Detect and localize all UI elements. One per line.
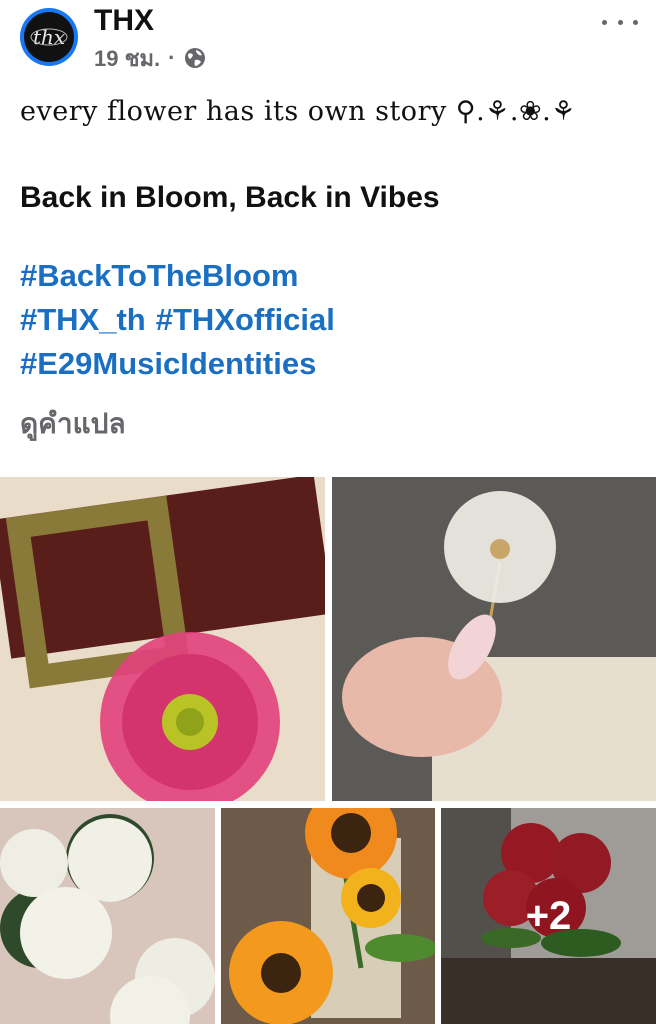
globe-icon[interactable] xyxy=(183,46,207,70)
photo-dandelion[interactable] xyxy=(332,477,656,801)
hashtag-link[interactable]: #BackToTheBloom xyxy=(20,258,298,293)
hashtag-line-3: #E29MusicIdentities xyxy=(20,342,640,386)
more-photos-overlay[interactable]: +2 xyxy=(441,808,656,1024)
meta-separator: · xyxy=(168,45,176,70)
page-name[interactable]: THX xyxy=(94,4,154,38)
post-timestamp[interactable]: 19 ชม. xyxy=(94,41,160,76)
thx-logo-icon: thx xyxy=(30,25,68,49)
hashtag-line-2: #THX_th #THXofficial xyxy=(20,298,640,342)
hashtag-link[interactable]: #E29MusicIdentities xyxy=(20,346,316,381)
hashtag-line-1: #BackToTheBloom xyxy=(20,254,640,298)
dandelion-photo-image xyxy=(332,477,656,801)
hashtag-link[interactable]: #THX_th xyxy=(20,302,146,337)
white-roses-photo-image xyxy=(0,808,215,1024)
see-translation-link[interactable]: ดูคำแปล xyxy=(20,404,640,444)
sunflowers-photo-image xyxy=(221,808,435,1024)
photo-gallery: +2 xyxy=(0,477,656,1024)
photo-sunflowers[interactable] xyxy=(221,808,435,1024)
post-meta: 19 ชม. · xyxy=(94,44,207,72)
caption-line-2: Back in Bloom, Back in Vibes xyxy=(20,181,440,214)
post-body: every flower has its own story ⚲.⚘.❀.⚘ B… xyxy=(20,92,640,444)
avatar-logo: thx xyxy=(24,12,74,62)
post-header: thx THX 19 ชม. · xyxy=(0,0,656,84)
caption-line-1: every flower has its own story ⚲.⚘.❀.⚘ xyxy=(20,96,576,127)
hashtags: #BackToTheBloom #THX_th #THXofficial #E29… xyxy=(20,254,640,386)
gerbera-photo-image xyxy=(0,477,325,801)
photo-gerbera[interactable] xyxy=(0,477,325,801)
more-dots-icon[interactable] xyxy=(602,10,638,34)
photo-carnations[interactable]: +2 xyxy=(441,808,656,1024)
page-avatar[interactable]: thx xyxy=(20,8,78,66)
hashtag-link[interactable]: #THXofficial xyxy=(156,302,335,337)
photo-white-roses[interactable] xyxy=(0,808,215,1024)
